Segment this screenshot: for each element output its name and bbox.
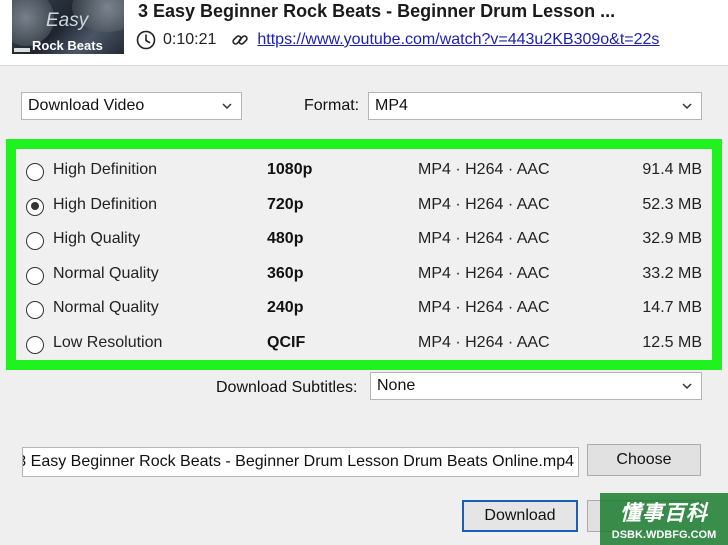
radio-selected[interactable] — [26, 197, 44, 216]
video-meta: 0:10:21 https://www.youtube.com/watch?v=… — [136, 29, 659, 51]
file-size-label: 52.3 MB — [642, 195, 702, 213]
codec-label: MP4 · H264 · AAC — [418, 264, 550, 282]
chevron-down-icon — [222, 103, 232, 110]
quality-label: Normal Quality — [53, 264, 159, 282]
format-value: MP4 — [375, 97, 408, 114]
quality-option-row[interactable]: High Quality 480p MP4 · H264 · AAC 32.9 MB — [16, 223, 712, 257]
resolution-label: 240p — [267, 299, 304, 316]
resolution-label: 360p — [267, 264, 304, 282]
subtitles-select[interactable]: None — [370, 372, 702, 400]
quality-label: High Quality — [53, 230, 141, 247]
file-size-label: 12.5 MB — [642, 333, 702, 351]
radio-unselected[interactable] — [26, 232, 44, 250]
choose-button[interactable]: Choose — [587, 444, 701, 476]
subtitles-label: Download Subtitles: — [216, 379, 358, 396]
quality-option-row[interactable]: High Definition 1080p MP4 · H264 · AAC 91.4… — [16, 154, 712, 188]
quality-label: Low Resolution — [53, 333, 163, 351]
file-size-label: 14.7 MB — [642, 299, 702, 316]
quality-options-list: High Definition 1080p MP4 · H264 · AAC 91.4… — [6, 139, 722, 370]
video-duration: 0:10:21 — [163, 31, 217, 48]
watermark-site: DSBK.WDBFG.COM — [611, 529, 717, 541]
format-label: Format: — [304, 97, 360, 114]
codec-label: MP4 · H264 · AAC — [418, 230, 550, 247]
video-url-link[interactable]: https://www.youtube.com/watch?v=443u2KB3… — [257, 31, 659, 49]
quality-label: High Definition — [53, 161, 158, 178]
codec-label: MP4 · H264 · AAC — [418, 333, 550, 351]
download-type-value: Download Video — [28, 97, 145, 114]
watermark-chinese: 懂事百科 — [620, 502, 708, 525]
download-type-select[interactable]: Download Video — [21, 92, 242, 120]
quality-label: High Definition — [53, 195, 158, 213]
radio-unselected[interactable] — [26, 163, 44, 181]
quality-option-row[interactable]: High Definition 720p MP4 · H264 · AAC 52.3 … — [16, 189, 712, 223]
resolution-label: 480p — [267, 230, 304, 247]
radio-unselected[interactable] — [26, 266, 44, 285]
quality-option-row[interactable]: Normal Quality 360p MP4 · H264 · AAC 33.2 M… — [16, 258, 712, 292]
clock-icon — [136, 30, 156, 50]
download-button[interactable]: Download — [462, 500, 578, 532]
codec-label: MP4 · H264 · AAC — [418, 195, 550, 213]
output-path-input[interactable]: 3 Easy Beginner Rock Beats - Beginner Dr… — [22, 447, 579, 477]
quality-option-row[interactable]: Normal Quality 240p MP4 · H264 · AAC 14.7 M… — [16, 292, 712, 326]
output-filename: 3 Easy Beginner Rock Beats - Beginner Dr… — [22, 453, 574, 470]
link-icon — [232, 35, 249, 45]
quality-label: Normal Quality — [53, 299, 159, 316]
thumbnail-text-easy: Easy — [46, 10, 89, 31]
file-size-label: 32.9 MB — [642, 230, 702, 247]
resolution-label: 1080p — [267, 161, 313, 178]
chevron-down-icon — [682, 383, 692, 390]
codec-label: MP4 · H264 · AAC — [418, 161, 550, 178]
file-size-label: 33.2 MB — [642, 264, 702, 282]
video-title: 3 Easy Beginner Rock Beats - Beginner Dr… — [138, 1, 616, 21]
quality-option-row[interactable]: Low Resolution QCIF MP4 · H264 · AAC 12.5 M… — [16, 327, 712, 361]
radio-unselected[interactable] — [26, 301, 44, 319]
thumbnail-badge — [14, 48, 30, 52]
watermark-logo: 懂事百科 DSBK.WDBFG.COM — [600, 493, 728, 545]
chevron-down-icon — [682, 103, 692, 110]
radio-unselected[interactable] — [26, 335, 44, 354]
resolution-label: 720p — [267, 195, 304, 213]
resolution-label: QCIF — [267, 333, 306, 351]
thumbnail-text-rock-beats: Rock Beats — [32, 38, 103, 53]
video-header: Easy Rock Beats 3 Easy Beginner Rock Bea… — [0, 0, 728, 66]
file-size-label: 91.4 MB — [642, 161, 702, 178]
subtitles-value: None — [377, 377, 416, 394]
codec-label: MP4 · H264 · AAC — [418, 299, 550, 316]
format-select[interactable]: MP4 — [368, 92, 702, 120]
video-thumbnail: Easy Rock Beats — [12, 0, 124, 54]
